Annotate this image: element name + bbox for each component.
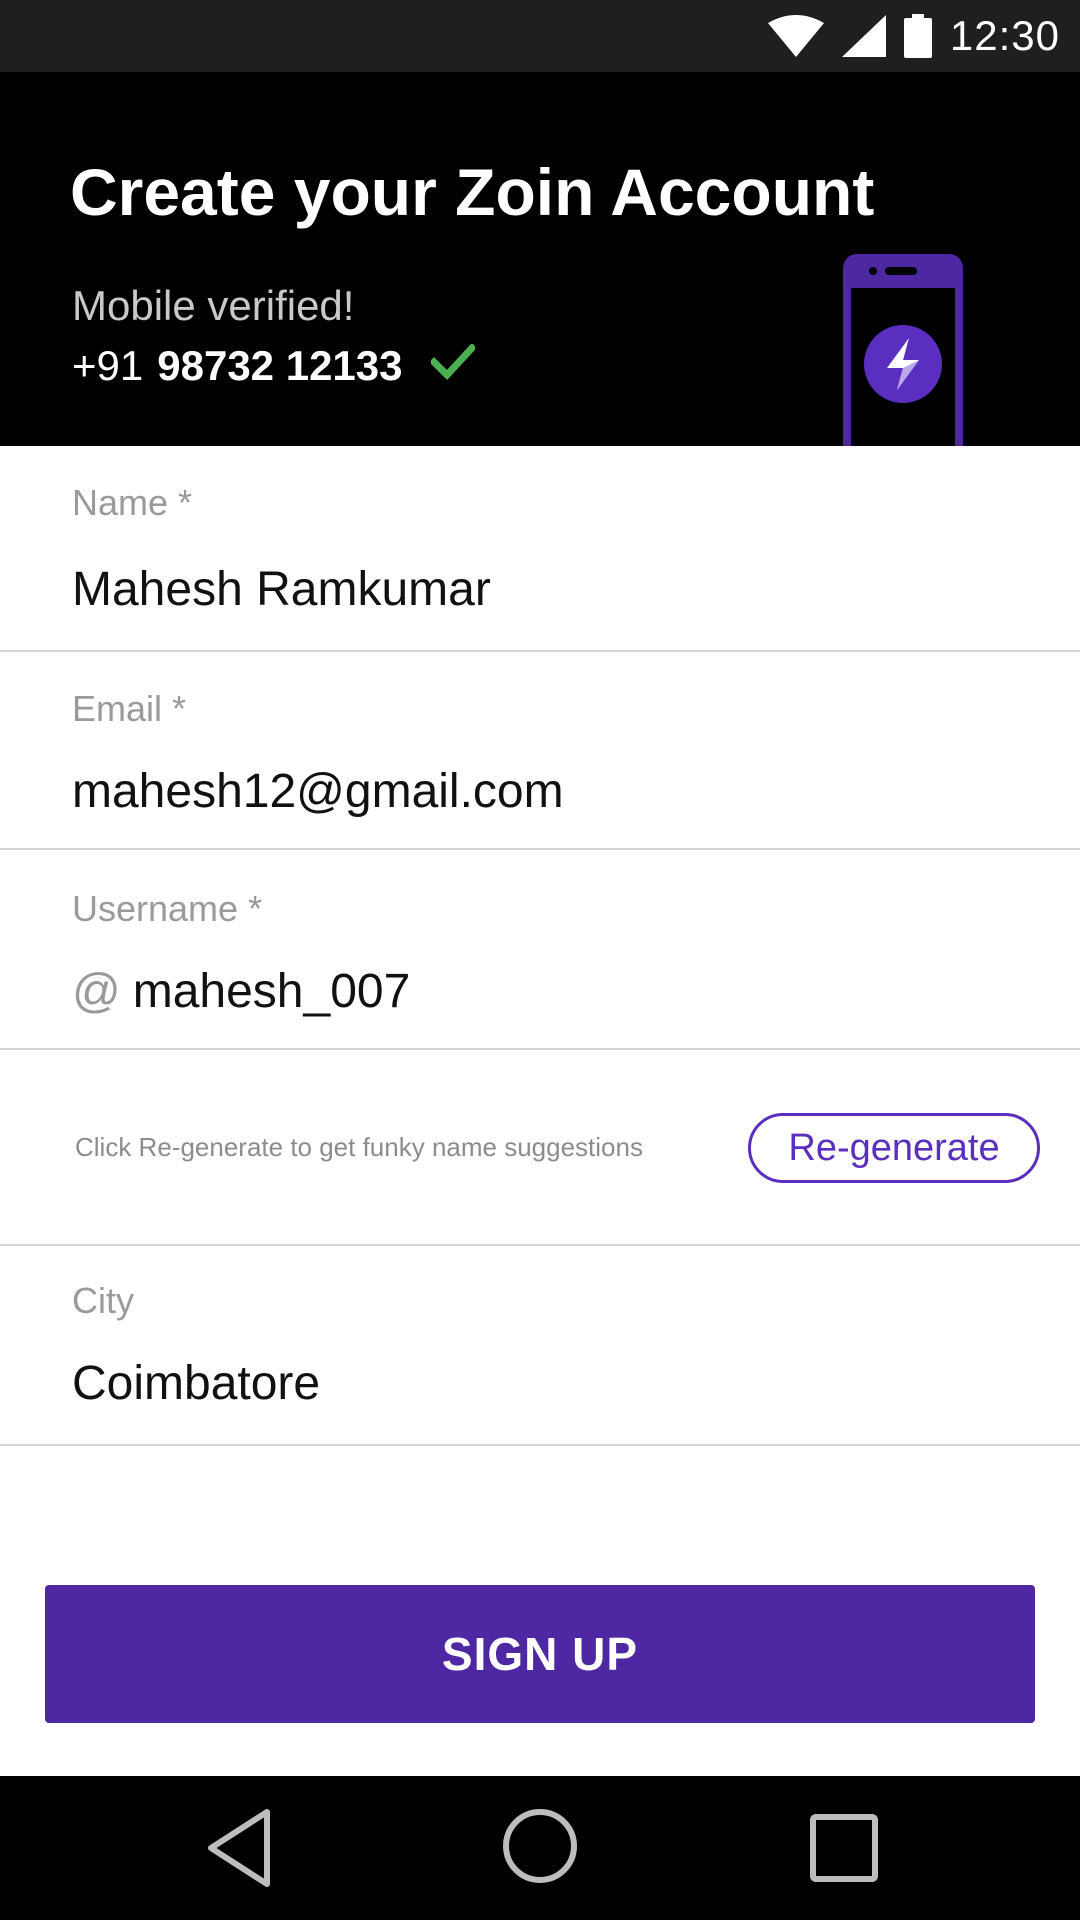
home-icon[interactable] xyxy=(502,1808,578,1884)
back-icon[interactable] xyxy=(205,1806,275,1890)
regenerate-button[interactable]: Re-generate xyxy=(748,1113,1040,1183)
check-icon xyxy=(428,342,477,390)
username-field[interactable]: Username * @ mahesh_007 xyxy=(0,850,1080,1050)
username-input[interactable]: @ mahesh_007 xyxy=(72,964,410,1019)
username-hint: Click Re-generate to get funky name sugg… xyxy=(75,1132,643,1162)
verified-phone: +91 98732 12133 xyxy=(72,342,477,390)
signup-button[interactable]: SIGN UP xyxy=(45,1585,1035,1723)
status-icons: 12:30 xyxy=(767,0,1060,72)
verified-label: Mobile verified! xyxy=(72,282,355,329)
username-value: mahesh_007 xyxy=(132,965,411,1018)
recents-icon[interactable] xyxy=(810,1814,878,1882)
navigation-bar xyxy=(0,1776,1080,1920)
status-time: 12:30 xyxy=(949,12,1060,59)
page-title: Create your Zoin Account xyxy=(70,155,875,229)
city-field[interactable]: City Coimbatore xyxy=(0,1246,1080,1446)
username-suggestion-row: Click Re-generate to get funky name sugg… xyxy=(0,1050,1080,1246)
wifi-icon xyxy=(767,15,824,57)
username-prefix: @ xyxy=(72,965,121,1018)
status-bar: 12:30 xyxy=(0,0,1080,72)
city-input[interactable]: Coimbatore xyxy=(72,1356,320,1411)
email-field[interactable]: Email * mahesh12@gmail.com xyxy=(0,652,1080,850)
city-label: City xyxy=(72,1280,134,1321)
username-label: Username * xyxy=(72,888,263,929)
email-label: Email * xyxy=(72,688,187,729)
signal-icon xyxy=(841,15,886,57)
name-label: Name * xyxy=(72,482,193,523)
battery-icon xyxy=(903,14,932,58)
phone-prefix: +91 xyxy=(72,342,144,389)
name-field[interactable]: Name * Mahesh Ramkumar xyxy=(0,446,1080,652)
phone-number: 98732 12133 xyxy=(157,342,403,389)
header: Create your Zoin Account Mobile verified… xyxy=(0,72,1080,446)
name-input[interactable]: Mahesh Ramkumar xyxy=(72,562,491,617)
phone-bolt-icon xyxy=(843,254,963,446)
email-input[interactable]: mahesh12@gmail.com xyxy=(72,764,564,819)
